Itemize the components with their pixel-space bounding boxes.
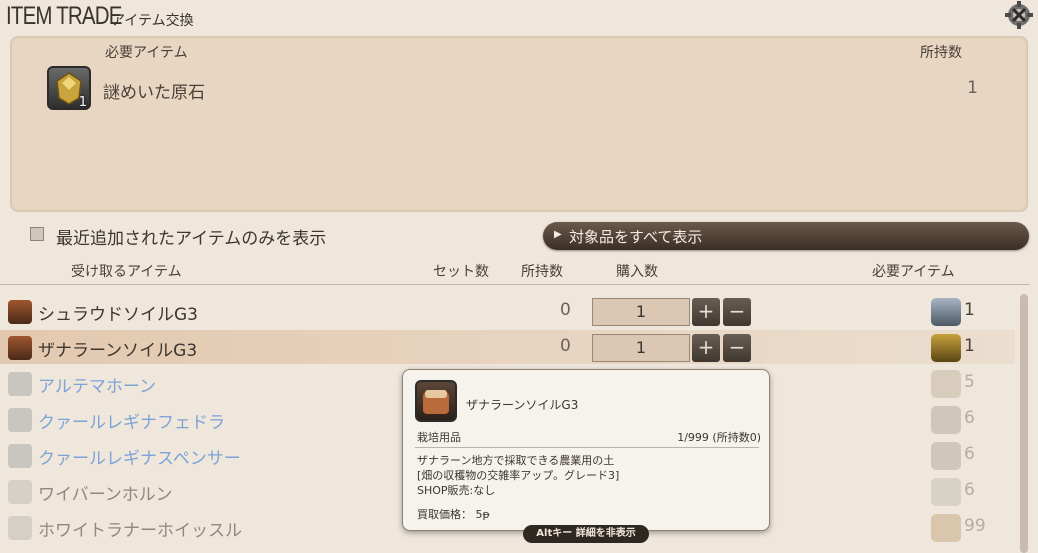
item-name: ザナラーンソイルG3 <box>38 341 198 361</box>
star-icon <box>8 516 32 540</box>
tooltip-stock: 1/999 (所持数0) <box>677 431 761 444</box>
crystal-icon <box>931 298 961 326</box>
soil-bag-graphic <box>423 390 449 414</box>
window-title-en: ITEM TRADE <box>6 2 122 30</box>
required-quantity: 6 <box>964 480 975 500</box>
window-title-jp: アイテム交換 <box>111 13 194 29</box>
required-quantity: 5 <box>964 372 975 392</box>
coin-icon <box>931 514 961 542</box>
header-divider <box>0 284 1030 285</box>
item-name: ホワイトラナーホイッスル <box>38 521 242 541</box>
soil-bag-icon <box>8 300 32 324</box>
owned-header-label: 所持数 <box>920 45 962 61</box>
decrease-button[interactable]: − <box>723 298 751 326</box>
recent-items-label[interactable]: 最近追加されたアイテムのみを表示 <box>56 224 326 249</box>
tooltip-desc-line: SHOP販売:なし <box>417 484 496 497</box>
item-name: シュラウドソイルG3 <box>38 305 198 325</box>
required-items-panel: 必要アイテム 所持数 1 謎めいた原石 1 <box>10 36 1028 212</box>
item-owned: 0 <box>560 336 571 356</box>
tooltip-divider <box>415 447 759 448</box>
column-owned: 所持数 <box>521 264 563 280</box>
required-quantity: 6 <box>964 408 975 428</box>
column-purchase-count: 購入数 <box>616 264 658 280</box>
gem-ore-icon[interactable]: 1 <box>47 66 91 110</box>
required-quantity: 99 <box>964 516 986 536</box>
claw-icon <box>931 406 961 434</box>
required-item-name: 謎めいた原石 <box>103 83 205 103</box>
purchase-quantity-input[interactable]: 1 <box>592 298 690 326</box>
required-quantity: 1 <box>964 300 975 320</box>
gear-icon[interactable] <box>1004 0 1034 30</box>
show-all-items-label: 対象品をすべて表示 <box>569 228 703 246</box>
table-row[interactable]: シュラウドソイルG3 0 1 + − 1 <box>0 294 1015 328</box>
play-arrow-icon: ▶ <box>554 229 562 240</box>
gem-ore-icon <box>931 334 961 362</box>
decrease-button[interactable]: − <box>723 334 751 362</box>
shirt-icon <box>8 444 32 468</box>
scroll-icon <box>931 478 961 506</box>
alt-key-hint: Altキー 詳細を非表示 <box>523 525 649 543</box>
tooltip-desc-line: ザナラーン地方で採取できる農業用の土 <box>417 454 615 467</box>
purchase-quantity-input[interactable]: 1 <box>592 334 690 362</box>
item-name: アルテマホーン <box>38 377 156 397</box>
horn-icon <box>8 372 32 396</box>
increase-button[interactable]: + <box>692 298 720 326</box>
hat-icon <box>8 408 32 432</box>
soil-bag-icon <box>8 336 32 360</box>
tooltip-category: 栽培用品 <box>417 431 461 444</box>
item-name: クァールレギナスペンサー <box>38 449 241 469</box>
recent-items-checkbox[interactable] <box>30 227 44 241</box>
required-header-label: 必要アイテム <box>105 45 188 61</box>
tooltip-description: ザナラーン地方で採取できる農業用の土 [畑の収穫物の交雑率アップ。グレード3] … <box>417 453 619 498</box>
tooltip-desc-line: [畑の収穫物の交雑率アップ。グレード3] <box>417 469 620 482</box>
item-owned: 0 <box>560 300 571 320</box>
column-set-count: セット数 <box>433 264 489 280</box>
item-name: ワイバーンホルン <box>38 485 173 505</box>
increase-button[interactable]: + <box>692 334 720 362</box>
diamond-icon <box>931 370 961 398</box>
tooltip-price: 買取価格： 5ᵽ <box>417 508 490 521</box>
item-name: クァールレギナフェドラ <box>38 413 225 433</box>
show-all-items-button[interactable]: ▶ 対象品をすべて表示 <box>543 222 1029 250</box>
table-row[interactable]: ザナラーンソイルG3 0 1 + − 1 <box>0 330 1015 364</box>
claw-icon <box>931 442 961 470</box>
star-icon <box>8 480 32 504</box>
scrollbar[interactable] <box>1020 294 1028 553</box>
column-receive-items: 受け取るアイテム <box>71 264 182 280</box>
item-tooltip: ザナラーンソイルG3 栽培用品 1/999 (所持数0) ザナラーン地方で採取で… <box>402 369 770 531</box>
column-required-items: 必要アイテム <box>872 264 955 280</box>
required-quantity: 6 <box>964 444 975 464</box>
tooltip-item-name: ザナラーンソイルG3 <box>466 398 579 412</box>
required-quantity: 1 <box>964 336 975 356</box>
title-bar: ITEM TRADE アイテム交換 <box>0 0 1038 34</box>
item-quantity-badge: 1 <box>78 95 87 110</box>
soil-bag-icon <box>415 380 457 422</box>
required-item-owned: 1 <box>967 78 978 98</box>
